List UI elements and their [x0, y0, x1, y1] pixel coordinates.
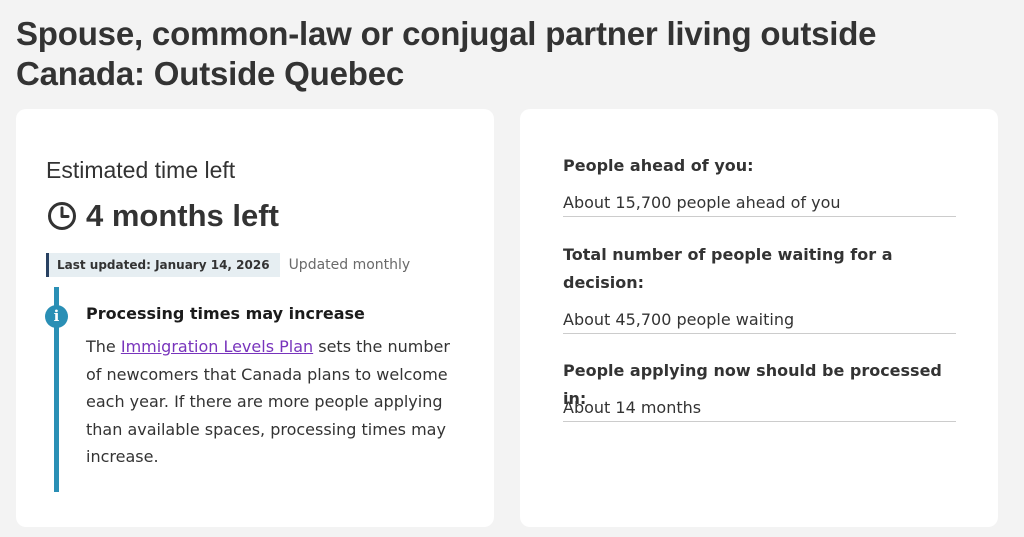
info-icon: i: [45, 305, 68, 328]
time-left-value: 4 months left: [86, 198, 279, 233]
clock-icon: [48, 202, 76, 230]
stats-card: People ahead of you: About 15,700 people…: [520, 109, 998, 527]
stat-value-people-ahead: About 15,700 people ahead of you: [563, 193, 956, 217]
processing-notice: i Processing times may increase The Immi…: [45, 287, 465, 492]
last-updated-badge: Last updated: January 14, 2026: [46, 253, 280, 277]
immigration-levels-plan-link[interactable]: Immigration Levels Plan: [121, 337, 313, 356]
time-left: 4 months left: [46, 198, 279, 234]
page-title: Spouse, common-law or conjugal partner l…: [16, 15, 877, 92]
estimate-card: Estimated time left 4 months left Last u…: [16, 109, 494, 527]
update-frequency: Updated monthly: [288, 257, 411, 273]
stat-value-total-waiting: About 45,700 people waiting: [563, 310, 956, 334]
estimate-heading: Estimated time left: [46, 157, 236, 183]
stat-label-total-waiting: Total number of people waiting for a dec…: [563, 245, 893, 292]
notice-text-after: sets the number of newcomers that Canada…: [86, 337, 450, 466]
update-info: Last updated: January 14, 2026 Updated m…: [46, 253, 410, 277]
notice-heading: Processing times may increase: [86, 304, 365, 323]
notice-text-before: The: [86, 337, 121, 356]
notice-body: The Immigration Levels Plan sets the num…: [86, 333, 461, 471]
stat-label-people-ahead: People ahead of you:: [563, 156, 754, 175]
stat-value-processing-time: About 14 months: [563, 398, 956, 422]
